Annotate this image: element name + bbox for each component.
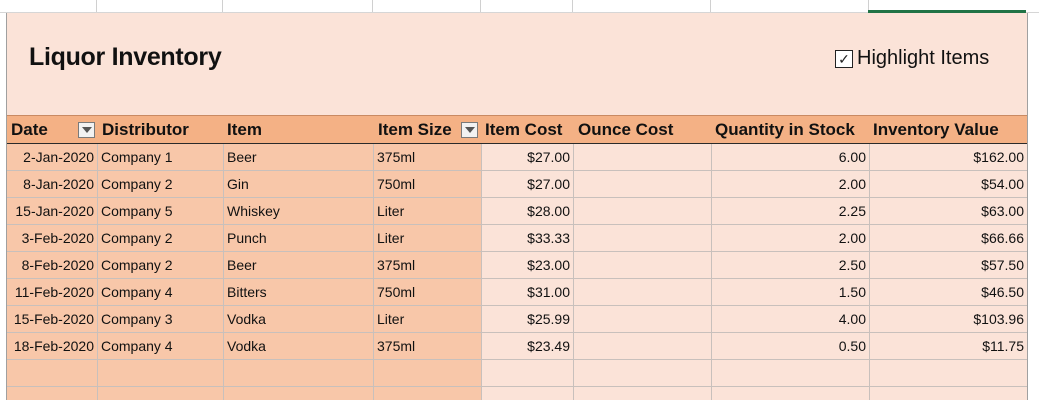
cell-item-cost[interactable]: $23.00 [481,252,570,279]
cell-date[interactable]: 8-Jan-2020 [7,171,94,198]
cell-item[interactable]: Beer [227,252,257,279]
cell-inventory-value[interactable]: $46.50 [869,279,1024,306]
cell-inventory-value[interactable]: $11.75 [869,333,1024,360]
cell-item-size[interactable]: Liter [377,198,404,225]
column-divider [710,0,711,12]
cell-date[interactable]: 8-Feb-2020 [7,252,94,279]
cell-quantity[interactable]: 2.00 [711,171,866,198]
cell-distributor[interactable]: Company 2 [101,171,173,198]
cell-item[interactable]: Gin [227,171,249,198]
cell-item-cost[interactable]: $28.00 [481,198,570,225]
cell-item-cost[interactable]: $33.33 [481,225,570,252]
chevron-down-icon [81,127,92,133]
header-date[interactable]: Date [11,116,48,143]
cell-quantity[interactable]: 2.50 [711,252,866,279]
cell-item-size[interactable]: Liter [377,225,404,252]
empty-table-row[interactable] [7,360,1027,387]
cell-quantity[interactable]: 2.00 [711,225,866,252]
cell-date[interactable]: 3-Feb-2020 [7,225,94,252]
cell-quantity[interactable]: 6.00 [711,144,866,171]
chevron-down-icon [464,127,475,133]
cell-inventory-value[interactable]: $162.00 [869,144,1024,171]
table-row[interactable]: 8-Jan-2020 Company 2 Gin 750ml $27.00 2.… [7,171,1027,198]
column-divider [480,0,481,12]
cell-item[interactable]: Bitters [227,279,267,306]
cell-item[interactable]: Vodka [227,333,266,360]
cell-ounce-cost[interactable] [573,198,708,225]
date-filter-button[interactable] [78,122,95,138]
column-divider [96,0,97,12]
cell-item-cost[interactable]: $31.00 [481,279,570,306]
highlight-items-label: Highlight Items [857,47,990,69]
cell-date[interactable]: 18-Feb-2020 [7,333,94,360]
cell-quantity[interactable]: 4.00 [711,306,866,333]
cell-ounce-cost[interactable] [573,252,708,279]
table-body: 2-Jan-2020 Company 1 Beer 375ml $27.00 6… [7,144,1027,400]
cell-date[interactable]: 2-Jan-2020 [7,144,94,171]
cell-ounce-cost[interactable] [573,279,708,306]
cell-item-cost[interactable]: $23.49 [481,333,570,360]
cell-ounce-cost[interactable] [573,225,708,252]
column-header-strip [0,0,1039,13]
header-quantity-in-stock[interactable]: Quantity in Stock [715,116,855,143]
cell-item-size[interactable]: 375ml [377,333,415,360]
header-item-cost[interactable]: Item Cost [485,116,562,143]
table-row[interactable]: 3-Feb-2020 Company 2 Punch Liter $33.33 … [7,225,1027,252]
header-item[interactable]: Item [227,116,262,143]
cell-inventory-value[interactable]: $54.00 [869,171,1024,198]
item-size-filter-button[interactable] [461,122,478,138]
cell-item-size[interactable]: Liter [377,306,404,333]
cell-ounce-cost[interactable] [573,144,708,171]
header-item-size[interactable]: Item Size [378,116,452,143]
table-row[interactable]: 8-Feb-2020 Company 2 Beer 375ml $23.00 2… [7,252,1027,279]
cell-distributor[interactable]: Company 4 [101,279,173,306]
cell-item[interactable]: Vodka [227,306,266,333]
cell-inventory-value[interactable]: $57.50 [869,252,1024,279]
spreadsheet-sheet[interactable]: Liquor Inventory ✓ Highlight Items Date … [6,13,1028,400]
cell-inventory-value[interactable]: $103.96 [869,306,1024,333]
column-divider [222,0,223,12]
cell-item[interactable]: Beer [227,144,257,171]
cell-quantity[interactable]: 0.50 [711,333,866,360]
table-row[interactable]: 2-Jan-2020 Company 1 Beer 375ml $27.00 6… [7,144,1027,171]
table-row[interactable]: 15-Feb-2020 Company 3 Vodka Liter $25.99… [7,306,1027,333]
header-ounce-cost[interactable]: Ounce Cost [578,116,673,143]
cell-quantity[interactable]: 1.50 [711,279,866,306]
cell-item[interactable]: Whiskey [227,198,280,225]
cell-inventory-value[interactable]: $66.66 [869,225,1024,252]
highlight-items-checkbox[interactable]: ✓ [835,49,853,68]
table-header-row: Date Distributor Item Item Size Item Cos… [7,115,1027,145]
cell-date[interactable]: 15-Feb-2020 [7,306,94,333]
header-distributor[interactable]: Distributor [102,116,189,143]
cell-inventory-value[interactable]: $63.00 [869,198,1024,225]
column-divider [572,0,573,12]
cell-ounce-cost[interactable] [573,306,708,333]
cell-item-size[interactable]: 375ml [377,252,415,279]
table-row[interactable]: 15-Jan-2020 Company 5 Whiskey Liter $28.… [7,198,1027,225]
cell-distributor[interactable]: Company 3 [101,306,173,333]
column-divider [372,0,373,12]
cell-ounce-cost[interactable] [573,333,708,360]
cell-ounce-cost[interactable] [573,171,708,198]
cell-distributor[interactable]: Company 4 [101,333,173,360]
cell-distributor[interactable]: Company 1 [101,144,173,171]
cell-item[interactable]: Punch [227,225,267,252]
sheet-title: Liquor Inventory [29,43,222,71]
cell-item-size[interactable]: 375ml [377,144,415,171]
cell-item-cost[interactable]: $27.00 [481,144,570,171]
cell-item-cost[interactable]: $25.99 [481,306,570,333]
cell-date[interactable]: 15-Jan-2020 [7,198,94,225]
cell-distributor[interactable]: Company 2 [101,252,173,279]
table-row[interactable]: 11-Feb-2020 Company 4 Bitters 750ml $31.… [7,279,1027,306]
cell-distributor[interactable]: Company 5 [101,198,173,225]
cell-distributor[interactable]: Company 2 [101,225,173,252]
header-inventory-value[interactable]: Inventory Value [873,116,999,143]
cell-quantity[interactable]: 2.25 [711,198,866,225]
highlight-items-control[interactable]: ✓ Highlight Items [835,47,989,70]
table-row[interactable]: 18-Feb-2020 Company 4 Vodka 375ml $23.49… [7,333,1027,360]
cell-item-size[interactable]: 750ml [377,171,415,198]
cell-item-cost[interactable]: $27.00 [481,171,570,198]
cell-item-size[interactable]: 750ml [377,279,415,306]
cell-date[interactable]: 11-Feb-2020 [7,279,94,306]
